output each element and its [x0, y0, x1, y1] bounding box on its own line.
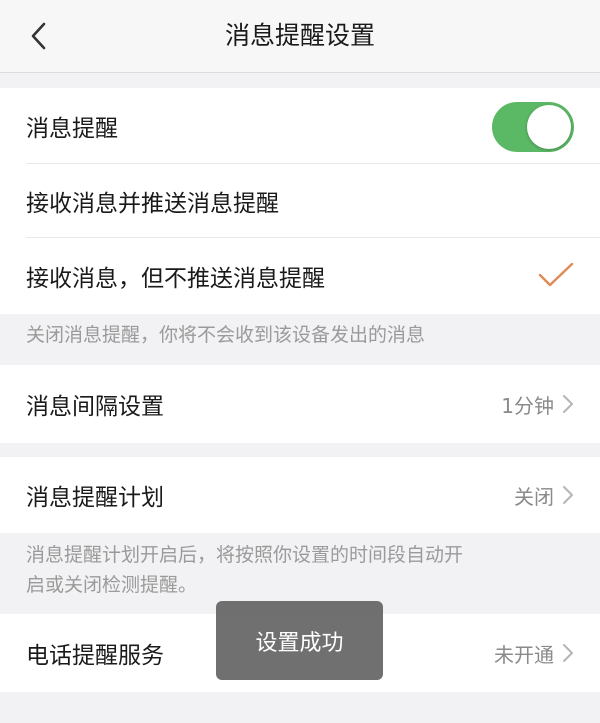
notification-off-hint: 关闭消息提醒，你将不会收到该设备发出的消息	[26, 324, 426, 346]
notification-toggle[interactable]	[492, 102, 574, 152]
toast-text: 设置成功	[255, 630, 344, 656]
schedule-label: 消息提醒计划	[26, 485, 164, 511]
phone-service-label: 电话提醒服务	[26, 643, 164, 669]
chevron-right-icon	[563, 395, 573, 413]
schedule-hint-line: 消息提醒计划开启后，将按照你设置的时间段自动开	[26, 544, 464, 566]
chevron-right-icon	[563, 486, 573, 504]
toggle-knob	[527, 105, 571, 149]
chevron-right-icon	[563, 644, 573, 662]
interval-label: 消息间隔设置	[26, 394, 164, 420]
schedule-row[interactable]: 消息提醒计划 关闭	[0, 457, 600, 533]
option-label: 接收消息并推送消息提醒	[26, 191, 279, 217]
schedule-value: 关闭	[514, 484, 554, 509]
option-receive-and-push[interactable]: 接收消息并推送消息提醒	[0, 164, 600, 238]
interval-setting-row[interactable]: 消息间隔设置 1分钟	[0, 365, 600, 443]
phone-service-value: 未开通	[494, 642, 554, 667]
checkmark-icon	[538, 262, 574, 287]
option-label: 接收消息，但不推送消息提醒	[26, 266, 325, 292]
page-title: 消息提醒设置	[224, 21, 375, 50]
notification-label: 消息提醒	[26, 116, 118, 142]
schedule-hint-line: 启或关闭检测提醒。	[26, 574, 198, 596]
schedule-hint: 消息提醒计划开启后，将按照你设置的时间段自动开 启或关闭检测提醒。	[26, 540, 576, 600]
interval-value: 1分钟	[501, 393, 554, 418]
toast: 设置成功	[216, 601, 383, 680]
option-receive-no-push[interactable]: 接收消息，但不推送消息提醒	[0, 238, 600, 314]
notification-toggle-row: 消息提醒	[0, 88, 600, 164]
navigation-bar: 消息提醒设置	[0, 0, 600, 73]
